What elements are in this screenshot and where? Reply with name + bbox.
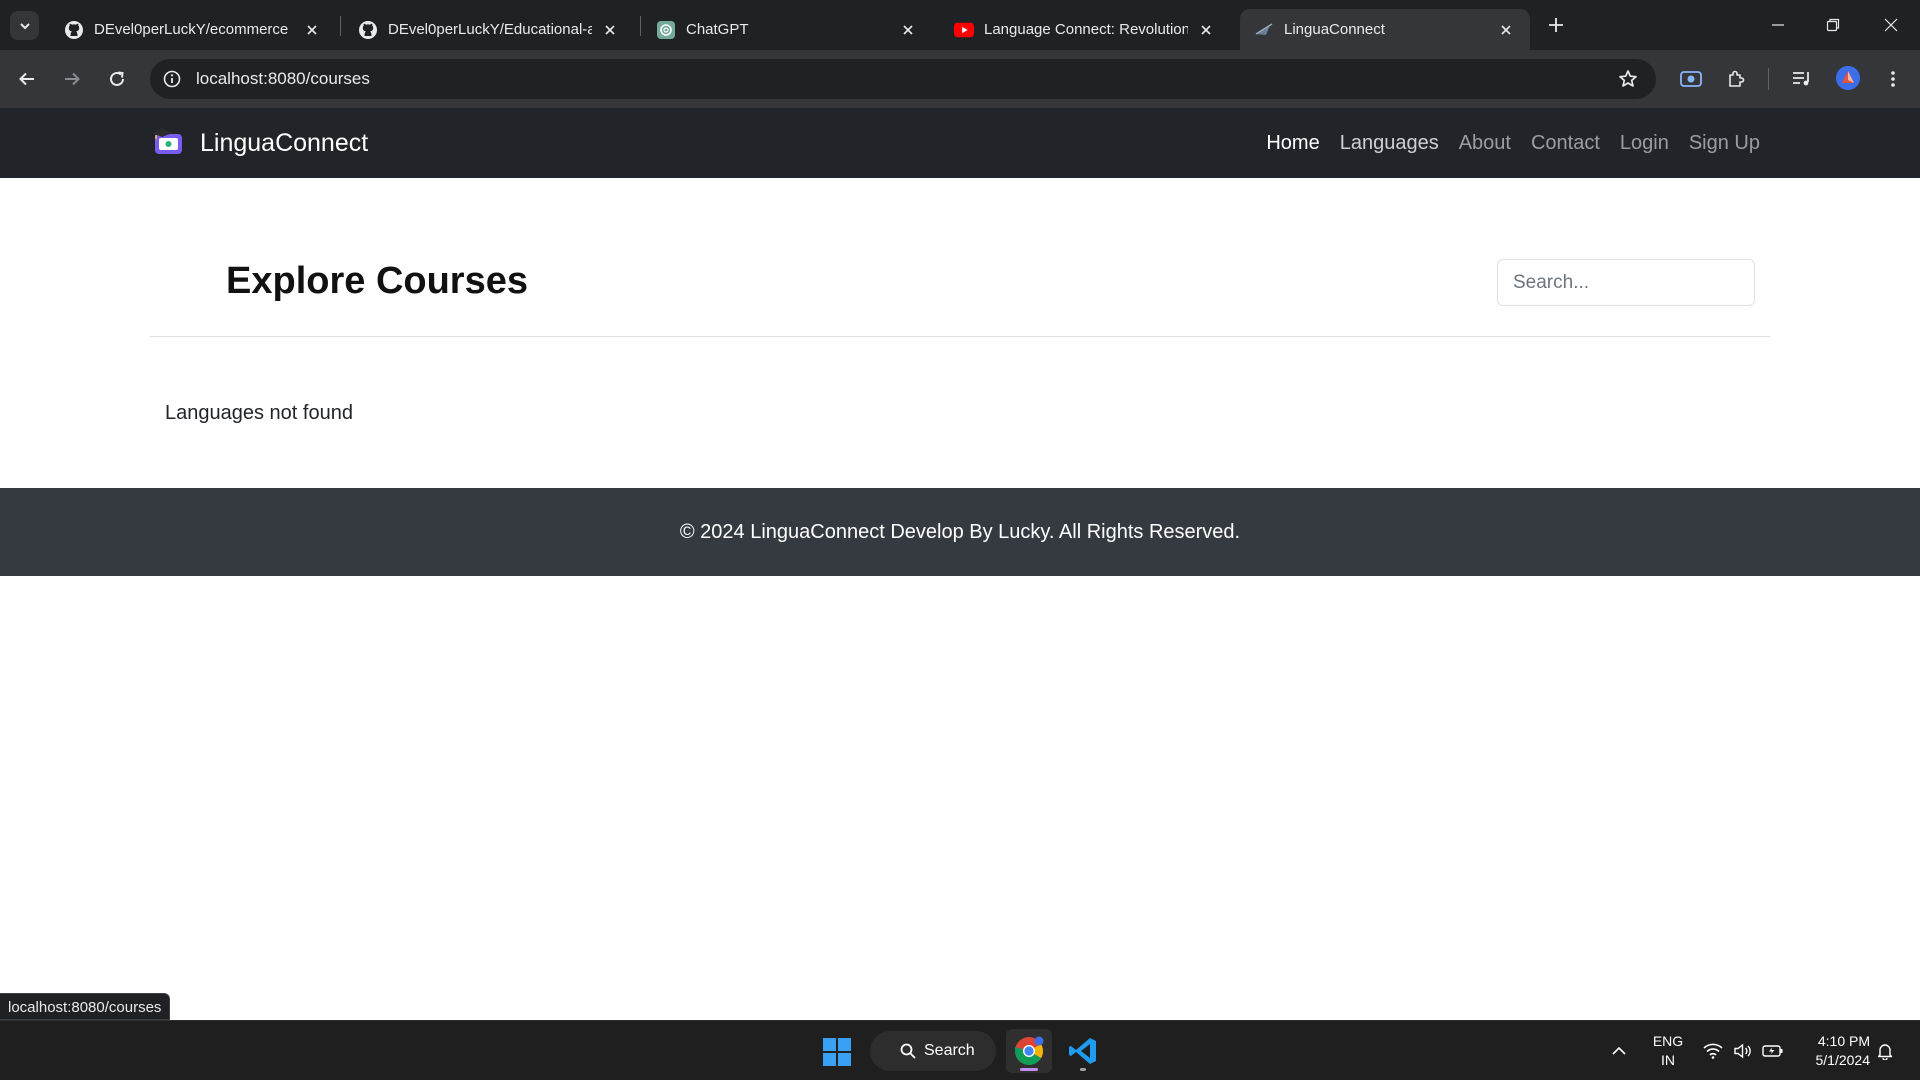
tab-title: ChatGPT (686, 21, 749, 38)
arrow-right-icon (65, 72, 80, 86)
chevron-down-icon (19, 22, 30, 29)
nav-link-home[interactable]: Home (1266, 132, 1319, 155)
divider (150, 336, 1770, 337)
restore-button[interactable] (1818, 10, 1848, 40)
close-icon[interactable] (1496, 20, 1516, 40)
nav-link-login[interactable]: Login (1620, 132, 1669, 155)
volume-icon[interactable] (1732, 1040, 1754, 1062)
more-vertical-icon (1891, 71, 1895, 87)
tab-title: Language Connect: Revolutioniz (984, 21, 1188, 38)
nav-links: Home Languages About Contact Login Sign … (1246, 108, 1760, 178)
bookmark-star-icon[interactable] (1616, 67, 1640, 91)
battery-charging-icon[interactable] (1762, 1040, 1784, 1062)
site-footer: © 2024 LinguaConnect Develop By Lucky. A… (0, 488, 1920, 576)
tab-separator (340, 16, 341, 36)
active-app-indicator (1020, 1068, 1038, 1071)
close-icon (1884, 18, 1898, 32)
forward-button[interactable] (58, 65, 86, 93)
tab-search-button[interactable] (10, 11, 39, 40)
notification-bell-icon[interactable] (1874, 1040, 1896, 1062)
running-app-indicator (1080, 1068, 1086, 1071)
lingua-logo-icon (152, 128, 182, 154)
browser-tab-active[interactable]: LinguaConnect (1240, 9, 1530, 50)
page-title: Explore Courses (226, 260, 528, 302)
reload-icon (110, 71, 124, 86)
chevron-up-icon (1612, 1046, 1626, 1055)
close-window-button[interactable] (1876, 10, 1906, 40)
reload-button[interactable] (103, 65, 131, 93)
close-icon[interactable] (1196, 20, 1216, 40)
taskbar-vscode-app[interactable] (1060, 1029, 1106, 1073)
tab-title: LinguaConnect (1284, 21, 1385, 38)
github-icon (358, 20, 378, 40)
courses-section: Explore Courses Languages not found (0, 178, 1920, 488)
address-bar[interactable]: localhost:8080/courses (150, 59, 1656, 99)
new-tab-button[interactable] (1544, 13, 1568, 37)
search-input[interactable] (1497, 259, 1755, 306)
show-hidden-icons-button[interactable] (1608, 1040, 1630, 1062)
taskbar-chrome-app[interactable] (1006, 1029, 1052, 1073)
extensions-button[interactable] (1722, 65, 1750, 93)
tab-separator (640, 16, 641, 36)
minimize-button[interactable] (1763, 10, 1793, 40)
site-navbar: LinguaConnect Home Languages About Conta… (0, 108, 1920, 178)
chrome-icon (1015, 1036, 1044, 1065)
media-controls-button[interactable] (1788, 65, 1816, 93)
browser-tab[interactable]: DEvel0perLuckY/Educational-ap (344, 9, 634, 50)
nav-link-languages[interactable]: Languages (1340, 132, 1439, 155)
nav-link-about[interactable]: About (1459, 132, 1511, 155)
language-code: ENG (1652, 1033, 1684, 1049)
browser-tab[interactable]: ChatGPT (642, 9, 932, 50)
brand-name: LinguaConnect (200, 128, 369, 157)
browser-tab[interactable]: DEvel0perLuckY/ecommerce (50, 9, 336, 50)
clock-time: 4:10 PM (1817, 1033, 1870, 1049)
page-icon (1254, 20, 1274, 40)
empty-state-message: Languages not found (165, 402, 353, 424)
link-status-bubble: localhost:8080/courses (0, 993, 171, 1020)
back-button[interactable] (13, 65, 41, 93)
windows-taskbar: Search ENG IN 4:10 PM 5/1/2024 (0, 1020, 1920, 1080)
vscode-icon (1069, 1038, 1096, 1064)
wifi-icon[interactable] (1702, 1040, 1724, 1062)
browser-toolbar: localhost:8080/courses (0, 50, 1920, 108)
toolbar-divider (1768, 68, 1769, 90)
url-text[interactable]: localhost:8080/courses (196, 69, 370, 89)
playlist-icon (1793, 72, 1809, 86)
close-icon[interactable] (898, 20, 918, 40)
profile-avatar[interactable] (1836, 66, 1860, 90)
info-icon[interactable] (160, 67, 184, 91)
tab-title: DEvel0perLuckY/ecommerce (94, 21, 289, 38)
input-language-indicator[interactable]: ENG IN (1648, 1032, 1688, 1070)
minimize-icon (1772, 24, 1784, 26)
clock-date: 5/1/2024 (1815, 1052, 1871, 1068)
chatgpt-icon (656, 20, 676, 40)
puzzle-icon (1729, 70, 1745, 87)
plus-icon (1549, 18, 1563, 32)
browser-tab[interactable]: Language Connect: Revolutioniz (940, 9, 1230, 50)
brand-link[interactable]: LinguaConnect (150, 125, 368, 161)
youtube-icon (954, 20, 974, 40)
arrow-left-icon (19, 72, 34, 86)
browser-tab-strip: DEvel0perLuckY/ecommerce DEvel0perLuckY/… (0, 0, 1920, 50)
github-icon (64, 20, 84, 40)
screen-capture-extension-button[interactable] (1677, 65, 1705, 93)
search-icon (900, 1043, 916, 1059)
restore-icon (1826, 18, 1840, 32)
windows-logo-icon (823, 1038, 851, 1066)
taskbar-clock[interactable]: 4:10 PM 5/1/2024 (1800, 1032, 1871, 1070)
taskbar-search-label: Search (924, 1042, 975, 1059)
tab-title: DEvel0perLuckY/Educational-ap (388, 21, 592, 38)
close-icon[interactable] (600, 20, 620, 40)
nav-link-signup[interactable]: Sign Up (1689, 132, 1760, 155)
camera-icon (1680, 71, 1702, 87)
start-button[interactable] (822, 1037, 852, 1067)
footer-copyright: © 2024 LinguaConnect Develop By Lucky. A… (679, 520, 1241, 543)
language-region: IN (1661, 1052, 1675, 1068)
browser-menu-button[interactable] (1879, 65, 1907, 93)
close-icon[interactable] (302, 20, 322, 40)
taskbar-search-button[interactable]: Search (870, 1031, 996, 1071)
nav-link-contact[interactable]: Contact (1531, 132, 1600, 155)
